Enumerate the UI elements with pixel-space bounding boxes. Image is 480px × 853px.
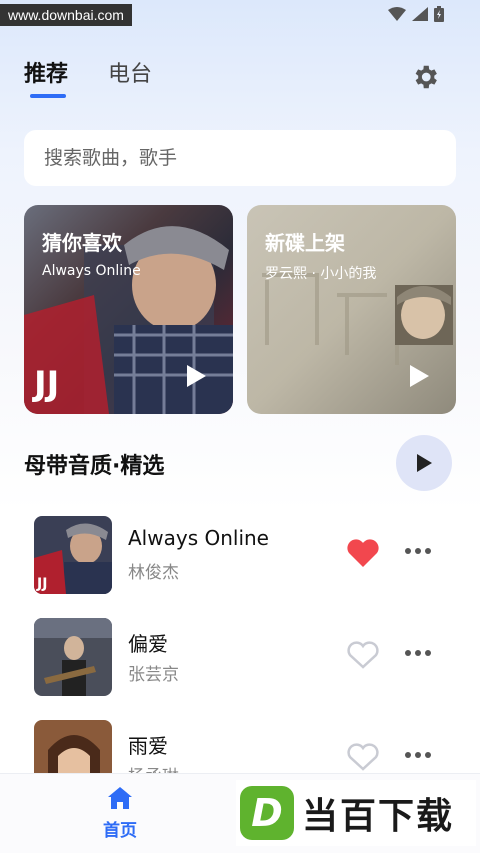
song-row[interactable]: 偏爱 张芸京 — [0, 618, 480, 702]
card-title: 新碟上架 — [265, 231, 345, 255]
song-row[interactable]: JJ Always Online 林俊杰 — [0, 516, 480, 600]
song-cover — [34, 618, 112, 696]
battery-icon — [434, 6, 444, 22]
gear-icon — [415, 65, 437, 89]
heart-outline-icon[interactable] — [346, 640, 380, 670]
tab-recommend[interactable]: 推荐 — [24, 56, 69, 98]
tab-recommend-label: 推荐 — [24, 62, 69, 87]
svg-text:JJ: JJ — [32, 364, 59, 404]
play-icon[interactable] — [408, 364, 430, 388]
song-artist: 林俊杰 — [128, 563, 179, 583]
tab-radio-label: 电台 — [108, 62, 153, 87]
tab-radio[interactable]: 电台 — [108, 56, 152, 88]
card-new-albums[interactable]: 新碟上架 罗云熙 · 小小的我 — [247, 205, 456, 414]
song-title: 雨爱 — [128, 734, 168, 758]
settings-button[interactable] — [410, 62, 440, 92]
watermark-url: www.downbai.com — [0, 4, 132, 26]
status-bar: www.downbai.com — [0, 0, 480, 30]
card-guess-you-like[interactable]: JJ 猜你喜欢 Always Online — [24, 205, 233, 414]
home-icon — [108, 787, 132, 809]
card-title: 猜你喜欢 — [42, 231, 122, 255]
more-icon[interactable] — [404, 750, 432, 760]
heart-outline-icon[interactable] — [346, 742, 380, 772]
song-title: 偏爱 — [128, 632, 168, 656]
logo-text: 当百下载 — [302, 796, 455, 837]
wifi-icon — [388, 7, 406, 21]
svg-text:JJ: JJ — [36, 576, 47, 592]
section-title: 母带音质·精选 — [24, 454, 165, 479]
song-cover: JJ — [34, 516, 112, 594]
nav-home-label: 首页 — [103, 821, 137, 841]
play-icon — [417, 454, 432, 472]
active-tab-indicator — [30, 94, 66, 98]
song-title: Always Online — [128, 526, 269, 550]
logo-badge: D — [240, 786, 294, 840]
top-tabs: 推荐 电台 — [24, 56, 152, 98]
heart-icon[interactable] — [346, 538, 380, 568]
play-icon[interactable] — [185, 364, 207, 388]
card-subtitle: Always Online — [42, 263, 141, 279]
play-all-button[interactable] — [396, 435, 452, 491]
nav-home[interactable]: 首页 — [90, 786, 150, 841]
signal-icon — [412, 7, 428, 21]
song-artist: 张芸京 — [128, 665, 179, 685]
more-icon[interactable] — [404, 546, 432, 556]
site-watermark-logo: D 当百下载 — [236, 780, 476, 846]
more-icon[interactable] — [404, 648, 432, 658]
status-icons — [388, 6, 444, 22]
search-input[interactable]: 搜索歌曲，歌手 — [24, 130, 456, 186]
card-subtitle: 罗云熙 · 小小的我 — [265, 266, 377, 282]
